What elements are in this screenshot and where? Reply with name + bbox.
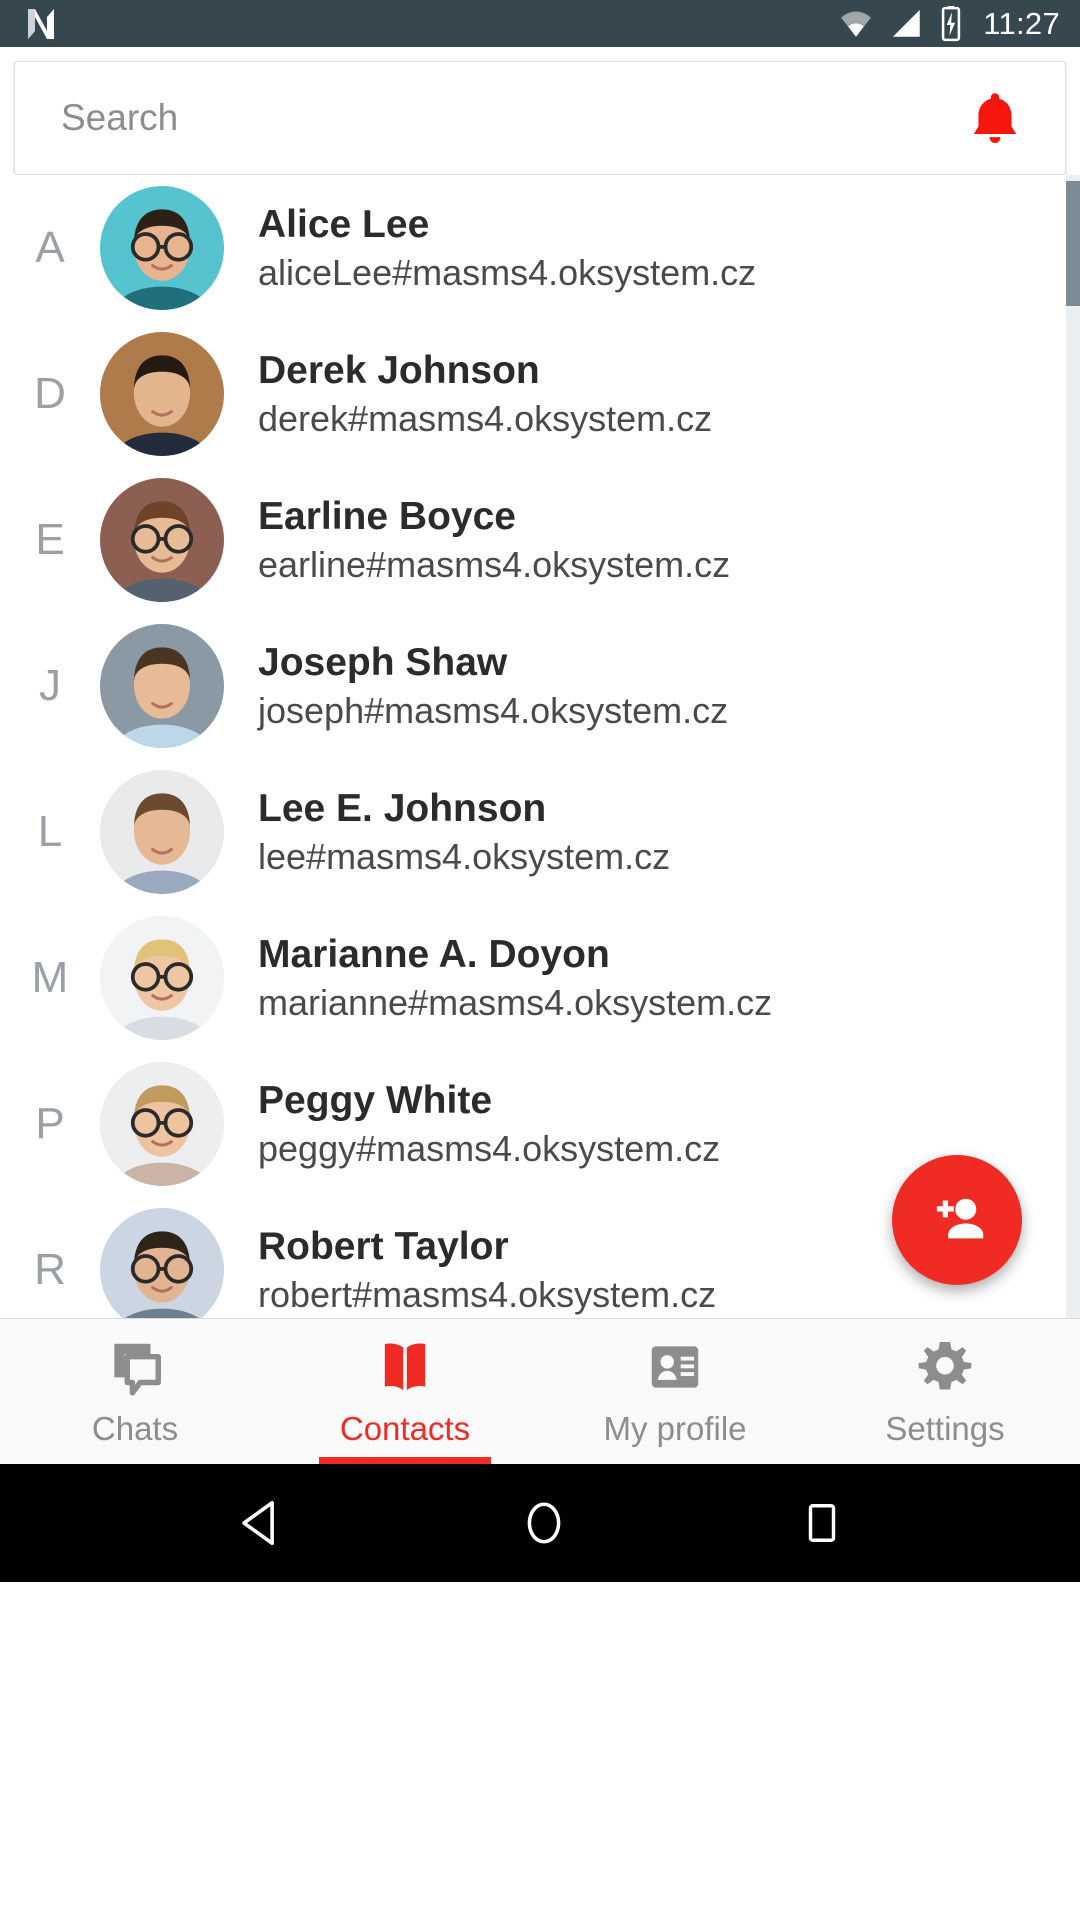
contact-id: aliceLee#masms4.oksystem.cz xyxy=(258,251,757,293)
contact-text: Joseph Shaw joseph#masms4.oksystem.cz xyxy=(258,641,728,732)
add-contact-fab[interactable] xyxy=(892,1155,1022,1285)
home-circle-icon[interactable] xyxy=(519,1498,569,1548)
contact-id: marianne#masms4.oksystem.cz xyxy=(258,981,773,1023)
contact-id: derek#masms4.oksystem.cz xyxy=(258,397,713,439)
contact-id: robert#masms4.oksystem.cz xyxy=(258,1273,717,1315)
tab-label: My profile xyxy=(603,1409,747,1447)
avatar xyxy=(100,624,224,748)
avatar xyxy=(100,770,224,894)
android-navigation-bar xyxy=(0,1464,1080,1582)
tab-label: Settings xyxy=(885,1409,1005,1447)
signal-icon xyxy=(893,9,920,37)
tab-contacts[interactable]: Contacts xyxy=(270,1319,540,1464)
android-n-logo-icon xyxy=(28,8,54,39)
contact-list-region[interactable]: A Alice Lee aliceLee#masms4.oksystem.cz … xyxy=(0,175,1080,1318)
contact-row[interactable]: J Joseph Shaw joseph#masms4.oksystem.cz xyxy=(0,613,1080,759)
status-bar-left xyxy=(26,7,837,41)
contact-name: Marianne A. Doyon xyxy=(258,932,610,976)
contact-text: Marianne A. Doyon marianne#masms4.oksyst… xyxy=(258,933,772,1024)
tab-chats[interactable]: Chats xyxy=(0,1319,270,1464)
search-input[interactable] xyxy=(61,97,959,139)
avatar xyxy=(100,1062,224,1186)
back-triangle-icon[interactable] xyxy=(235,1496,289,1550)
contact-name: Lee E. Johnson xyxy=(258,786,547,830)
contact-text: Peggy White peggy#masms4.oksystem.cz xyxy=(258,1079,720,1170)
contact-name: Alice Lee xyxy=(258,202,430,246)
contact-text: Lee E. Johnson lee#masms4.oksystem.cz xyxy=(258,787,670,878)
id-card-icon xyxy=(644,1336,706,1401)
avatar xyxy=(100,478,224,602)
section-letter: M xyxy=(31,953,69,1002)
contact-text: Robert Taylor robert#masms4.oksystem.cz xyxy=(258,1225,716,1316)
section-letter: J xyxy=(39,661,61,710)
battery-charging-icon xyxy=(942,5,961,41)
contact-id: peggy#masms4.oksystem.cz xyxy=(258,1127,721,1169)
contact-name: Earline Boyce xyxy=(258,494,516,538)
chat-bubbles-icon xyxy=(104,1336,166,1401)
contact-text: Earline Boyce earline#masms4.oksystem.cz xyxy=(258,495,730,586)
avatar xyxy=(100,916,224,1040)
wifi-icon xyxy=(841,11,872,37)
contact-text: Alice Lee aliceLee#masms4.oksystem.cz xyxy=(258,203,756,294)
status-bar-clock: 11:27 xyxy=(983,5,1060,41)
tab-my-profile[interactable]: My profile xyxy=(540,1319,810,1464)
contact-id: earline#masms4.oksystem.cz xyxy=(258,543,731,585)
open-book-icon xyxy=(374,1336,436,1401)
search-bar-container xyxy=(0,47,1080,175)
tab-settings[interactable]: Settings xyxy=(810,1319,1080,1464)
contact-name: Robert Taylor xyxy=(258,1224,509,1268)
contact-name: Joseph Shaw xyxy=(258,640,508,684)
tab-label: Contacts xyxy=(339,1409,471,1447)
contact-list: A Alice Lee aliceLee#masms4.oksystem.cz … xyxy=(0,175,1080,1318)
scrollbar-track[interactable] xyxy=(1066,175,1080,1318)
bottom-tab-bar: Chats Contacts My profile Settings xyxy=(0,1318,1080,1464)
section-letter: R xyxy=(34,1245,66,1294)
status-bar-right: 11:27 xyxy=(837,5,1060,43)
contact-name: Derek Johnson xyxy=(258,348,540,392)
contact-row[interactable]: M Marianne A. Doyon marianne#masms4.oksy… xyxy=(0,905,1080,1051)
section-letter: P xyxy=(35,1099,65,1148)
notifications-button[interactable] xyxy=(959,82,1031,154)
scrollbar-thumb[interactable] xyxy=(1066,181,1080,306)
active-tab-indicator xyxy=(318,1457,492,1464)
contact-name: Peggy White xyxy=(258,1078,493,1122)
contact-row[interactable]: E Earline Boyce earline#masms4.oksystem.… xyxy=(0,467,1080,613)
contact-row[interactable]: D Derek Johnson derek#masms4.oksystem.cz xyxy=(0,321,1080,467)
section-letter: D xyxy=(34,369,66,418)
person-add-icon xyxy=(936,1198,984,1239)
tab-label: Chats xyxy=(91,1409,179,1447)
contact-text: Derek Johnson derek#masms4.oksystem.cz xyxy=(258,349,712,440)
status-bar: 11:27 xyxy=(0,0,1080,47)
bell-icon xyxy=(973,93,1017,144)
contact-row[interactable]: L Lee E. Johnson lee#masms4.oksystem.cz xyxy=(0,759,1080,905)
gear-icon xyxy=(914,1336,976,1401)
avatar xyxy=(100,332,224,456)
avatar xyxy=(100,1208,224,1318)
contact-id: joseph#masms4.oksystem.cz xyxy=(258,689,729,731)
section-letter: E xyxy=(35,515,65,564)
section-letter: L xyxy=(37,807,63,856)
recents-square-icon[interactable] xyxy=(799,1500,845,1546)
avatar xyxy=(100,186,224,310)
search-card xyxy=(14,61,1066,175)
contact-row[interactable]: A Alice Lee aliceLee#masms4.oksystem.cz xyxy=(0,175,1080,321)
section-letter: A xyxy=(35,223,65,272)
contact-id: lee#masms4.oksystem.cz xyxy=(258,835,671,877)
